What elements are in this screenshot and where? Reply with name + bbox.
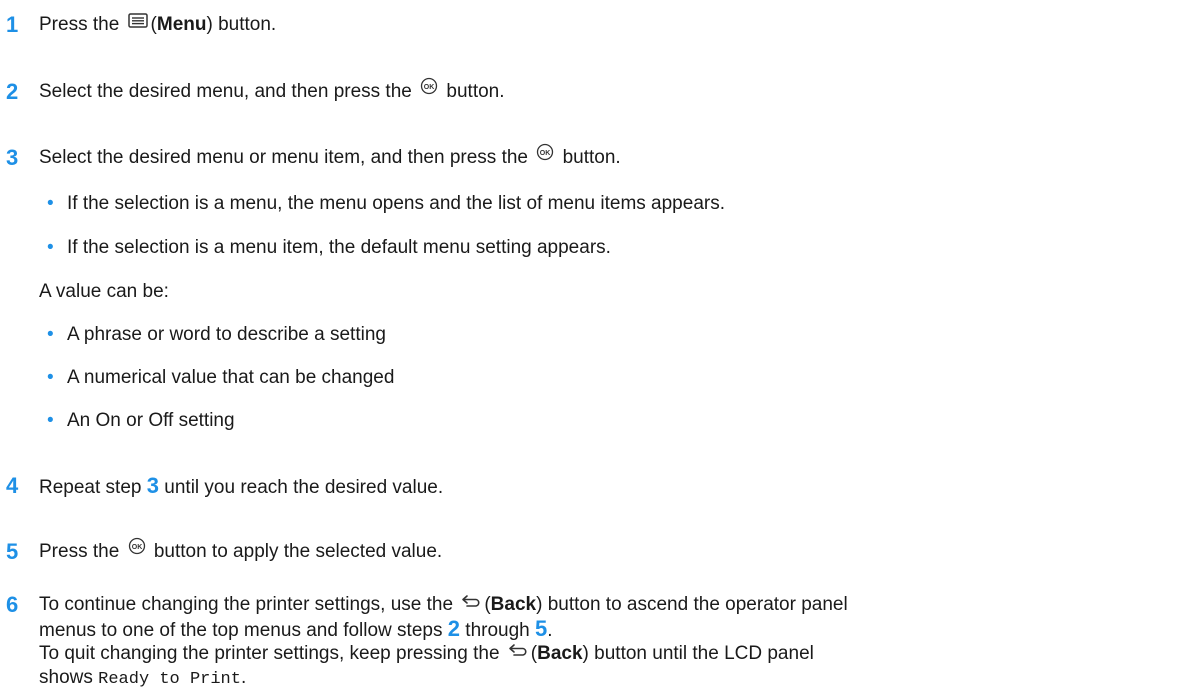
lcd-status-text: Ready to Print	[98, 670, 241, 689]
step-number: 4	[6, 473, 19, 498]
list-item: • An On or Off setting	[47, 408, 235, 434]
step-number: 3	[6, 145, 19, 170]
step-number: 1	[6, 12, 19, 37]
step-6-line-1: To continue changing the printer setting…	[39, 592, 848, 618]
value-intro: A value can be:	[39, 281, 169, 302]
svg-text:OK: OK	[540, 150, 551, 157]
step-number: 5	[6, 539, 19, 564]
step-1-text: Press the (Menu) button.	[39, 12, 276, 38]
bullet-icon: •	[47, 410, 54, 431]
bullet-icon: •	[47, 193, 54, 214]
step-text: ) button.	[206, 14, 277, 36]
step-2-text: Select the desired menu, and then press …	[39, 77, 505, 105]
menu-icon	[127, 10, 148, 36]
list-item: • A numerical value that can be changed	[47, 365, 394, 391]
step-text: button.	[562, 147, 621, 169]
step-reference: 5	[535, 616, 548, 641]
step-text: Press the	[39, 14, 120, 36]
back-label: Back	[537, 643, 583, 665]
back-label: Back	[490, 594, 537, 616]
step-reference: 3	[146, 473, 159, 498]
bullet-icon: •	[47, 367, 54, 388]
step-text: Select the desired menu, and then press …	[39, 81, 412, 103]
step-text: Press the	[39, 541, 120, 563]
step-reference: 2	[447, 616, 461, 641]
step-text: Select the desired menu or menu item, an…	[39, 147, 528, 169]
step-text: button to apply the selected value.	[153, 541, 443, 563]
svg-text:OK: OK	[131, 544, 142, 551]
back-arrow-icon	[508, 639, 528, 665]
ok-button-icon: OK	[128, 537, 146, 563]
bullet-icon: •	[47, 324, 54, 345]
step-number: 2	[6, 79, 19, 104]
step-6-line-2: menus to one of the top menus and follow…	[39, 616, 553, 641]
list-item: • A phrase or word to describe a setting	[47, 322, 386, 348]
quit-paragraph-line-2: shows Ready to Print.	[39, 667, 247, 689]
step-5-text: Press the OK button to apply the selecte…	[39, 537, 443, 565]
svg-text:OK: OK	[424, 84, 435, 91]
ok-button-icon: OK	[420, 77, 438, 103]
step-number: 6	[6, 592, 19, 617]
step-text: Repeat step	[39, 477, 142, 498]
back-arrow-icon	[461, 590, 481, 616]
menu-label: Menu	[156, 14, 207, 36]
instruction-page: 1 Press the (Menu) button. 2 Select the …	[0, 0, 1195, 697]
step-text: button.	[446, 81, 505, 103]
step-3-text: Select the desired menu or menu item, an…	[39, 143, 621, 171]
bullet-icon: •	[47, 237, 54, 258]
quit-paragraph-line-1: To quit changing the printer settings, k…	[39, 641, 814, 667]
step-text: until you reach the desired value.	[164, 477, 444, 498]
ok-button-icon: OK	[536, 143, 554, 169]
list-item: • If the selection is a menu, the menu op…	[47, 191, 725, 217]
step-4-text: Repeat step 3 until you reach the desire…	[39, 473, 443, 501]
list-item: • If the selection is a menu item, the de…	[47, 235, 611, 261]
